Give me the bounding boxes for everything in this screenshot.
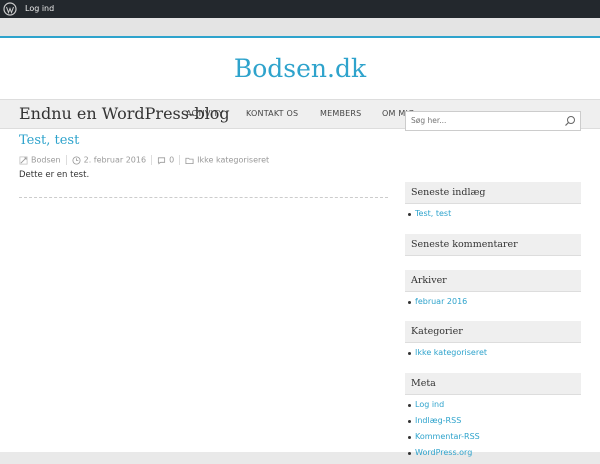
widget-title-label: Meta [411,378,436,389]
search-input[interactable] [411,116,551,125]
page-heading: Endnu en WordPress-blog [19,104,230,123]
post-meta: Bodsen 2. februar 2016 0 Ikke kategoriseret [19,155,269,165]
meta-link-wordpress-org[interactable]: WordPress.org [415,448,472,457]
search-box [405,111,581,131]
post-title-link[interactable]: Test, test [19,133,79,148]
recent-post-link[interactable]: Test, test [415,209,451,218]
admin-bar: Log ind [0,0,600,18]
site-title[interactable]: Bodsen.dk [0,54,600,83]
archive-link[interactable]: februar 2016 [415,297,467,306]
widget-title-label: Seneste kommentarer [411,239,518,250]
widget-title-recent-comments: Seneste kommentarer [405,234,581,256]
post-category[interactable]: Ikke kategoriseret [197,156,269,165]
post-excerpt: Dette er en test. [19,170,90,180]
wordpress-logo-icon[interactable] [3,2,17,16]
meta-divider [65,155,67,165]
widget-title-recent-posts: Seneste indlæg [405,182,581,204]
category-link[interactable]: Ikke kategoriseret [415,348,487,357]
meta-divider [151,155,153,165]
widget-title-label: Arkiver [411,275,447,286]
post-divider [19,197,388,198]
meta-link-posts-rss[interactable]: Indlæg-RSS [415,416,461,425]
search-icon[interactable] [564,115,576,127]
nav-item-members[interactable]: MEMBERS [320,109,361,118]
comment-icon [158,156,166,164]
post-comments-count[interactable]: 0 [169,156,174,165]
meta-link-comments-rss[interactable]: Kommentar-RSS [415,432,480,441]
meta-divider [179,155,181,165]
widget-title-label: Seneste indlæg [411,187,486,198]
widget-title-label: Kategorier [411,326,463,337]
nav-item-kontakt-os[interactable]: KONTAKT OS [246,109,298,118]
widget-title-meta: Meta [405,373,581,395]
clock-icon [72,155,81,165]
meta-link-login[interactable]: Log ind [415,400,444,409]
widget-title-categories: Kategorier [405,321,581,343]
header-stripe [0,18,600,36]
author-icon [19,156,28,164]
widget-title-archives: Arkiver [405,270,581,292]
folder-icon [185,157,194,164]
admin-login-link[interactable]: Log ind [25,4,54,13]
post-date[interactable]: 2. februar 2016 [84,156,146,165]
post-author[interactable]: Bodsen [31,156,61,165]
